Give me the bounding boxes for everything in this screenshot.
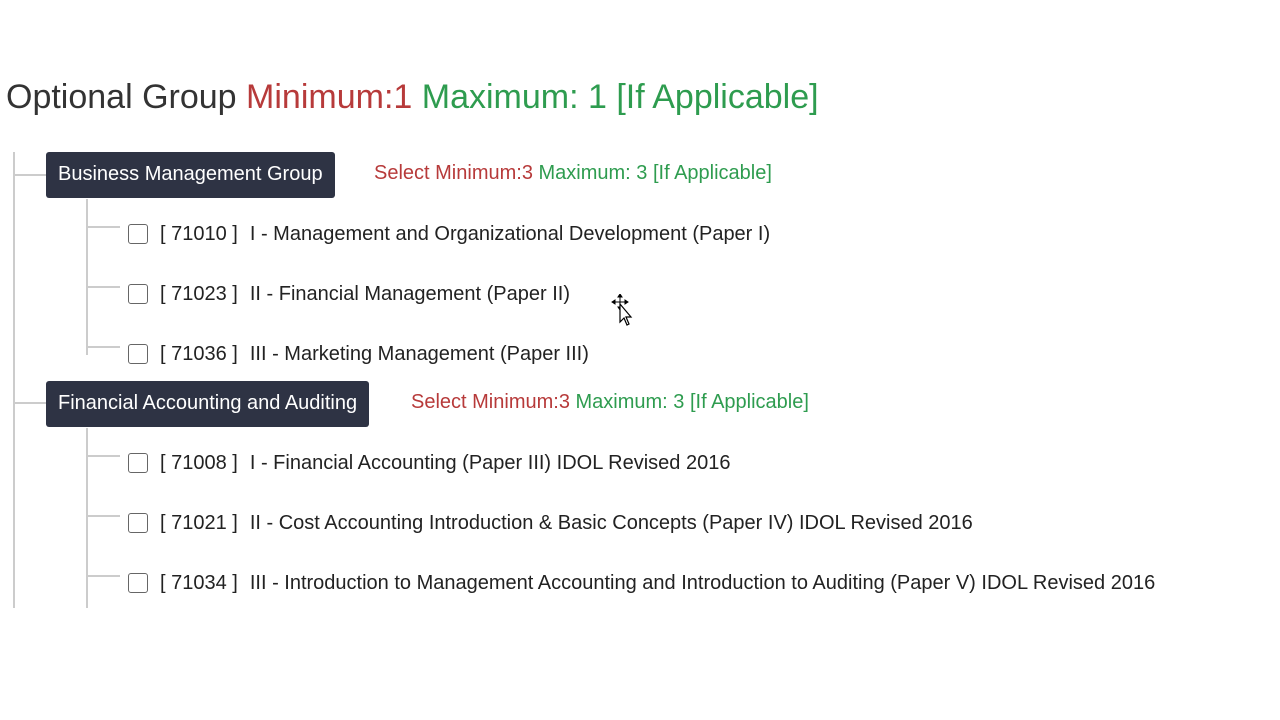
course-checkbox[interactable] — [128, 344, 148, 364]
subtree-branch-line — [86, 346, 120, 348]
subtree-branch-line — [86, 575, 120, 577]
course-item: [ 71010 ] I - Management and Organizatio… — [128, 222, 770, 246]
tree-branch-line — [13, 402, 47, 404]
course-title[interactable]: I - Management and Organizational Develo… — [250, 223, 770, 246]
rule-min: Select Minimum:3 — [411, 391, 570, 413]
heading-max: Maximum: 1 [If Applicable] — [421, 78, 819, 116]
tree-trunk-line — [13, 152, 15, 608]
course-title[interactable]: II - Financial Management (Paper II) — [250, 283, 570, 306]
course-checkbox[interactable] — [128, 573, 148, 593]
subtree-line — [86, 199, 88, 355]
rule-min: Select Minimum:3 — [374, 162, 533, 184]
course-title[interactable]: II - Cost Accounting Introduction & Basi… — [250, 512, 973, 535]
subtree-branch-line — [86, 286, 120, 288]
course-code: [ 71023 ] — [160, 282, 238, 305]
mouse-cursor-icon — [611, 294, 633, 326]
group-label-business-management: Business Management Group — [46, 152, 335, 198]
course-checkbox[interactable] — [128, 453, 148, 473]
course-checkbox[interactable] — [128, 284, 148, 304]
course-item: [ 71023 ] II - Financial Management (Pap… — [128, 282, 570, 306]
rule-max: Maximum: 3 [If Applicable] — [575, 391, 809, 413]
optional-group-heading: Optional Group Minimum:1 Maximum: 1 [If … — [6, 78, 819, 117]
heading-min: Minimum:1 — [246, 78, 413, 116]
tree-branch-line — [13, 174, 47, 176]
course-title[interactable]: III - Marketing Management (Paper III) — [250, 343, 589, 366]
course-title[interactable]: III - Introduction to Management Account… — [250, 572, 1155, 595]
course-item: [ 71034 ] III - Introduction to Manageme… — [128, 571, 1155, 595]
course-code: [ 71008 ] — [160, 451, 238, 474]
subtree-branch-line — [86, 455, 120, 457]
heading-label: Optional Group — [6, 78, 237, 116]
course-item: [ 71021 ] II - Cost Accounting Introduct… — [128, 511, 973, 535]
rule-max: Maximum: 3 [If Applicable] — [538, 162, 772, 184]
course-code: [ 71036 ] — [160, 342, 238, 365]
course-code: [ 71021 ] — [160, 511, 238, 534]
course-checkbox[interactable] — [128, 224, 148, 244]
course-code: [ 71010 ] — [160, 222, 238, 245]
group-label-financial-accounting: Financial Accounting and Auditing — [46, 381, 370, 427]
course-title[interactable]: I - Financial Accounting (Paper III) IDO… — [250, 452, 731, 475]
course-selection-page: Optional Group Minimum:1 Maximum: 1 [If … — [0, 0, 1280, 720]
group-rule: Select Minimum:3 Maximum: 3 [If Applicab… — [411, 391, 809, 414]
course-checkbox[interactable] — [128, 513, 148, 533]
course-item: [ 71008 ] I - Financial Accounting (Pape… — [128, 451, 730, 475]
course-item: [ 71036 ] III - Marketing Management (Pa… — [128, 342, 589, 366]
course-code: [ 71034 ] — [160, 571, 238, 594]
subtree-branch-line — [86, 515, 120, 517]
group-rule: Select Minimum:3 Maximum: 3 [If Applicab… — [374, 162, 772, 185]
subtree-branch-line — [86, 226, 120, 228]
